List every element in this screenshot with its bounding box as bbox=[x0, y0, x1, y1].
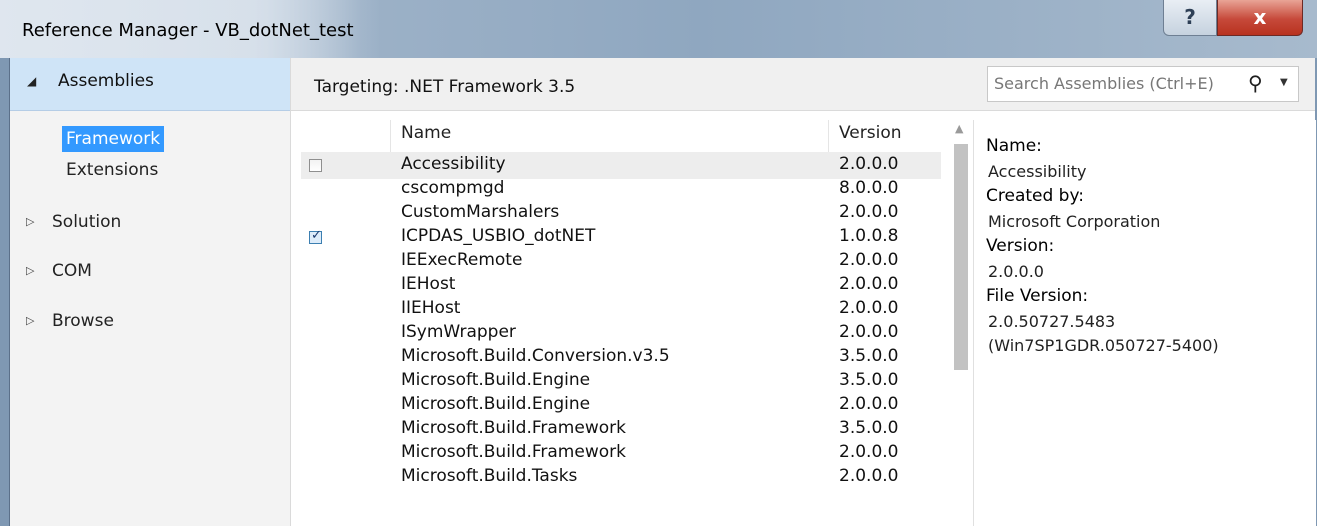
main-panel: Targeting: .NET Framework 3.5 Search Ass… bbox=[291, 58, 1316, 526]
detail-version-label: Version: bbox=[986, 236, 1055, 256]
assembly-name: CustomMarshalers bbox=[401, 202, 560, 222]
scrollbar-thumb[interactable] bbox=[954, 144, 968, 370]
column-divider[interactable] bbox=[390, 120, 391, 152]
include-checkbox[interactable] bbox=[309, 159, 322, 172]
assembly-name: Microsoft.Build.Tasks bbox=[401, 466, 578, 486]
window-title: Reference Manager - VB_dotNet_test bbox=[22, 20, 354, 41]
include-checkbox[interactable]: ✓ bbox=[309, 228, 322, 244]
table-row[interactable]: Accessibility 2.0.0.0 bbox=[301, 152, 941, 179]
assembly-version: 1.0.0.8 bbox=[839, 226, 899, 246]
assembly-name: Microsoft.Build.Framework bbox=[401, 418, 626, 438]
assembly-version: 2.0.0.0 bbox=[839, 322, 899, 342]
column-header-name[interactable]: Name bbox=[401, 123, 451, 143]
assembly-version: 3.5.0.0 bbox=[839, 370, 899, 390]
table-row[interactable]: IIEHost 2.0.0.0 bbox=[301, 296, 941, 323]
search-input[interactable]: Search Assemblies (Ctrl+E) bbox=[994, 74, 1214, 93]
nav-sub-item-framework[interactable]: Framework bbox=[62, 126, 165, 152]
table-row[interactable]: ISymWrapper 2.0.0.0 bbox=[301, 320, 941, 347]
assembly-version: 2.0.0.0 bbox=[839, 394, 899, 414]
collapsed-arrow-icon: ▷ bbox=[26, 264, 35, 277]
nav-group-assemblies[interactable]: ◢ Assemblies bbox=[10, 58, 290, 111]
detail-version-value: 2.0.0.0 bbox=[988, 262, 1044, 281]
checkmark-icon: ✓ bbox=[311, 228, 322, 243]
assembly-name: Microsoft.Build.Engine bbox=[401, 370, 591, 390]
assembly-name: Microsoft.Build.Conversion.v3.5 bbox=[401, 346, 670, 366]
table-row[interactable]: Microsoft.Build.Conversion.v3.5 3.5.0.0 bbox=[301, 344, 941, 371]
table-row[interactable]: IEHost 2.0.0.0 bbox=[301, 272, 941, 299]
detail-created-value: Microsoft Corporation bbox=[988, 212, 1161, 231]
dialog-client-area: ◢ Assemblies Framework Extensions ▷ Solut… bbox=[9, 58, 1316, 526]
nav-item-browse[interactable]: ▷ Browse bbox=[26, 311, 114, 331]
collapsed-arrow-icon: ▷ bbox=[26, 314, 35, 327]
detail-name-value: Accessibility bbox=[988, 162, 1087, 181]
search-box[interactable]: Search Assemblies (Ctrl+E) ⚲ ▼ bbox=[987, 66, 1299, 102]
nav-group-label: Assemblies bbox=[58, 71, 154, 91]
detail-file-version-value: 2.0.50727.5483 bbox=[988, 312, 1116, 331]
assembly-name: IIEHost bbox=[401, 298, 461, 318]
assembly-name: Microsoft.Build.Framework bbox=[401, 442, 626, 462]
table-row[interactable]: cscompmgd 8.0.0.0 bbox=[301, 176, 941, 203]
vertical-scrollbar[interactable]: ▲ bbox=[951, 120, 971, 526]
table-row[interactable]: Microsoft.Build.Engine 3.5.0.0 bbox=[301, 368, 941, 395]
table-row[interactable]: Microsoft.Build.Tasks 2.0.0.0 bbox=[301, 464, 941, 491]
assembly-name: Microsoft.Build.Engine bbox=[401, 394, 591, 414]
column-header-version[interactable]: Version bbox=[839, 123, 902, 143]
assembly-name: IEExecRemote bbox=[401, 250, 523, 270]
assembly-version: 3.5.0.0 bbox=[839, 418, 899, 438]
nav-item-label: COM bbox=[52, 261, 92, 281]
table-row[interactable]: ✓ ICPDAS_USBIO_dotNET 1.0.0.8 bbox=[301, 224, 941, 251]
assembly-version: 2.0.0.0 bbox=[839, 466, 899, 486]
nav-item-label: Browse bbox=[52, 311, 114, 331]
targeting-label: Targeting: .NET Framework 3.5 bbox=[314, 77, 576, 97]
detail-created-label: Created by: bbox=[986, 186, 1085, 206]
nav-item-label: Solution bbox=[52, 212, 122, 232]
assembly-version: 8.0.0.0 bbox=[839, 178, 899, 198]
assembly-version: 2.0.0.0 bbox=[839, 202, 899, 222]
column-headers: Name Version bbox=[301, 120, 941, 153]
assembly-version: 3.5.0.0 bbox=[839, 346, 899, 366]
close-button[interactable]: x bbox=[1217, 0, 1303, 36]
nav-sub-item-extensions[interactable]: Extensions bbox=[66, 160, 158, 180]
details-panel: Name: Accessibility Created by: Microsof… bbox=[973, 120, 1316, 526]
detail-file-version-extra: (Win7SP1GDR.050727-5400) bbox=[988, 336, 1219, 355]
assembly-name: ISymWrapper bbox=[401, 322, 516, 342]
table-row[interactable]: Microsoft.Build.Engine 2.0.0.0 bbox=[301, 392, 941, 419]
left-navigation: ◢ Assemblies Framework Extensions ▷ Solut… bbox=[10, 58, 291, 526]
assembly-name: Accessibility bbox=[401, 154, 506, 174]
table-row[interactable]: Microsoft.Build.Framework 2.0.0.0 bbox=[301, 440, 941, 467]
expanded-arrow-icon: ◢ bbox=[27, 74, 37, 88]
assembly-name: ICPDAS_USBIO_dotNET bbox=[401, 226, 596, 246]
assembly-name: IEHost bbox=[401, 274, 456, 294]
detail-name-label: Name: bbox=[986, 136, 1042, 156]
assembly-list: Accessibility 2.0.0.0 cscompmgd 8.0.0.0 Cust… bbox=[301, 152, 941, 526]
table-row[interactable]: Microsoft.Build.Framework 3.5.0.0 bbox=[301, 416, 941, 443]
column-divider[interactable] bbox=[828, 120, 829, 152]
title-bar[interactable]: Reference Manager - VB_dotNet_test ? x bbox=[0, 0, 1317, 58]
assembly-version: 2.0.0.0 bbox=[839, 250, 899, 270]
nav-item-com[interactable]: ▷ COM bbox=[26, 261, 92, 281]
table-row[interactable]: IEExecRemote 2.0.0.0 bbox=[301, 248, 941, 275]
table-row[interactable]: CustomMarshalers 2.0.0.0 bbox=[301, 200, 941, 227]
assembly-version: 2.0.0.0 bbox=[839, 274, 899, 294]
assembly-version: 2.0.0.0 bbox=[839, 154, 899, 174]
scroll-up-icon[interactable]: ▲ bbox=[955, 122, 963, 135]
reference-manager-window: Reference Manager - VB_dotNet_test ? x ◢… bbox=[0, 0, 1317, 526]
chevron-down-icon[interactable]: ▼ bbox=[1280, 77, 1288, 88]
toolbar: Targeting: .NET Framework 3.5 Search Ass… bbox=[291, 58, 1315, 111]
nav-item-solution[interactable]: ▷ Solution bbox=[26, 212, 121, 232]
detail-file-version-label: File Version: bbox=[986, 286, 1089, 306]
assembly-version: 2.0.0.0 bbox=[839, 442, 899, 462]
search-icon[interactable]: ⚲ bbox=[1248, 71, 1263, 95]
collapsed-arrow-icon: ▷ bbox=[26, 215, 35, 228]
assembly-version: 2.0.0.0 bbox=[839, 298, 899, 318]
help-button[interactable]: ? bbox=[1163, 0, 1217, 36]
assembly-name: cscompmgd bbox=[401, 178, 505, 198]
